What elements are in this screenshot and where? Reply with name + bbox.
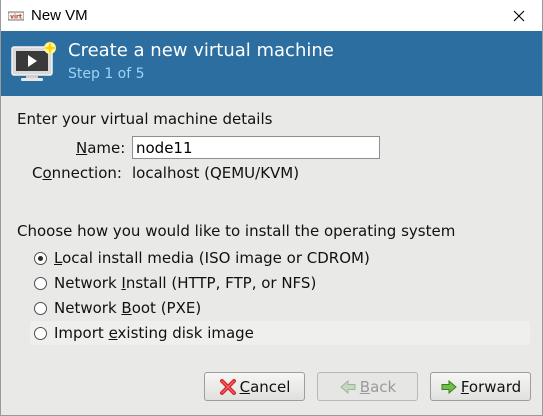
title-bar[interactable]: virt New VM <box>1 0 542 31</box>
option-label-pre: Network <box>54 274 122 292</box>
option-label-text: nstall (HTTP, FTP, or NFS) <box>125 274 317 292</box>
back-mnemonic: B <box>359 377 371 396</box>
radio-network-install[interactable] <box>34 276 47 290</box>
option-label-pre: Import <box>54 324 109 342</box>
back-label: ack <box>370 377 397 396</box>
header-title: Create a new virtual machine <box>68 40 334 61</box>
new-vm-monitor-icon <box>11 41 59 83</box>
install-heading: Choose how you would like to install the… <box>17 222 456 240</box>
svg-text:virt: virt <box>10 13 22 20</box>
install-option-import-disk[interactable]: Import existing disk image <box>30 321 530 345</box>
option-label-mnemonic: B <box>121 299 132 317</box>
radio-network-boot[interactable] <box>34 301 47 315</box>
name-label-text: ame: <box>87 139 126 157</box>
details-heading: Enter your virtual machine details <box>17 110 273 128</box>
name-label-mnemonic: N <box>76 139 88 157</box>
install-option-local-media[interactable]: Local install media (ISO image or CDROM) <box>30 246 530 270</box>
connection-label-pre: C <box>32 164 43 182</box>
cancel-mnemonic: C <box>239 377 251 396</box>
forward-arrow-icon <box>440 378 458 396</box>
option-label: Local install media (ISO image or CDROM) <box>54 249 370 267</box>
back-arrow-icon <box>339 378 357 396</box>
option-label-mnemonic: e <box>108 324 118 342</box>
window-title: New VM <box>31 7 88 24</box>
radio-selected-dot <box>38 255 43 261</box>
option-label-text: oot (PXE) <box>131 299 202 317</box>
new-vm-dialog: virt New VM Create a new virtual machine… <box>0 0 543 416</box>
option-label-text: xisting disk image <box>117 324 254 342</box>
install-option-network-boot[interactable]: Network Boot (PXE) <box>30 296 530 320</box>
option-label: Network Install (HTTP, FTP, or NFS) <box>54 274 316 292</box>
name-input[interactable] <box>132 136 380 159</box>
connection-value: localhost (QEMU/KVM) <box>132 164 300 182</box>
cancel-button[interactable]: Cancel <box>204 372 305 401</box>
close-icon <box>513 10 525 21</box>
step-indicator: Step 1 of 5 <box>68 66 145 82</box>
install-option-network-install[interactable]: Network Install (HTTP, FTP, or NFS) <box>30 271 530 295</box>
connection-label: Connection: <box>32 164 122 182</box>
close-button[interactable] <box>496 0 542 31</box>
option-label-text: ocal install media (ISO image or CDROM) <box>62 249 370 267</box>
option-label: Network Boot (PXE) <box>54 299 201 317</box>
connection-label-text: nnection: <box>51 164 122 182</box>
back-button[interactable]: Back <box>317 372 418 401</box>
red-x-icon <box>219 378 237 396</box>
forward-label: orward <box>468 377 522 396</box>
connection-label-mnemonic: o <box>42 164 52 182</box>
header-banner: Create a new virtual machine Step 1 of 5 <box>1 31 542 96</box>
forward-button[interactable]: Forward <box>430 372 531 401</box>
forward-mnemonic: F <box>460 377 469 396</box>
option-label: Import existing disk image <box>54 324 254 342</box>
name-label: Name: <box>76 139 125 157</box>
cancel-label: ancel <box>250 377 291 396</box>
radio-import-disk[interactable] <box>34 326 47 340</box>
option-label-pre: Network <box>54 299 122 317</box>
radio-local-media[interactable] <box>34 251 47 265</box>
virt-manager-icon: virt <box>8 10 24 22</box>
option-label-mnemonic: L <box>54 249 63 267</box>
